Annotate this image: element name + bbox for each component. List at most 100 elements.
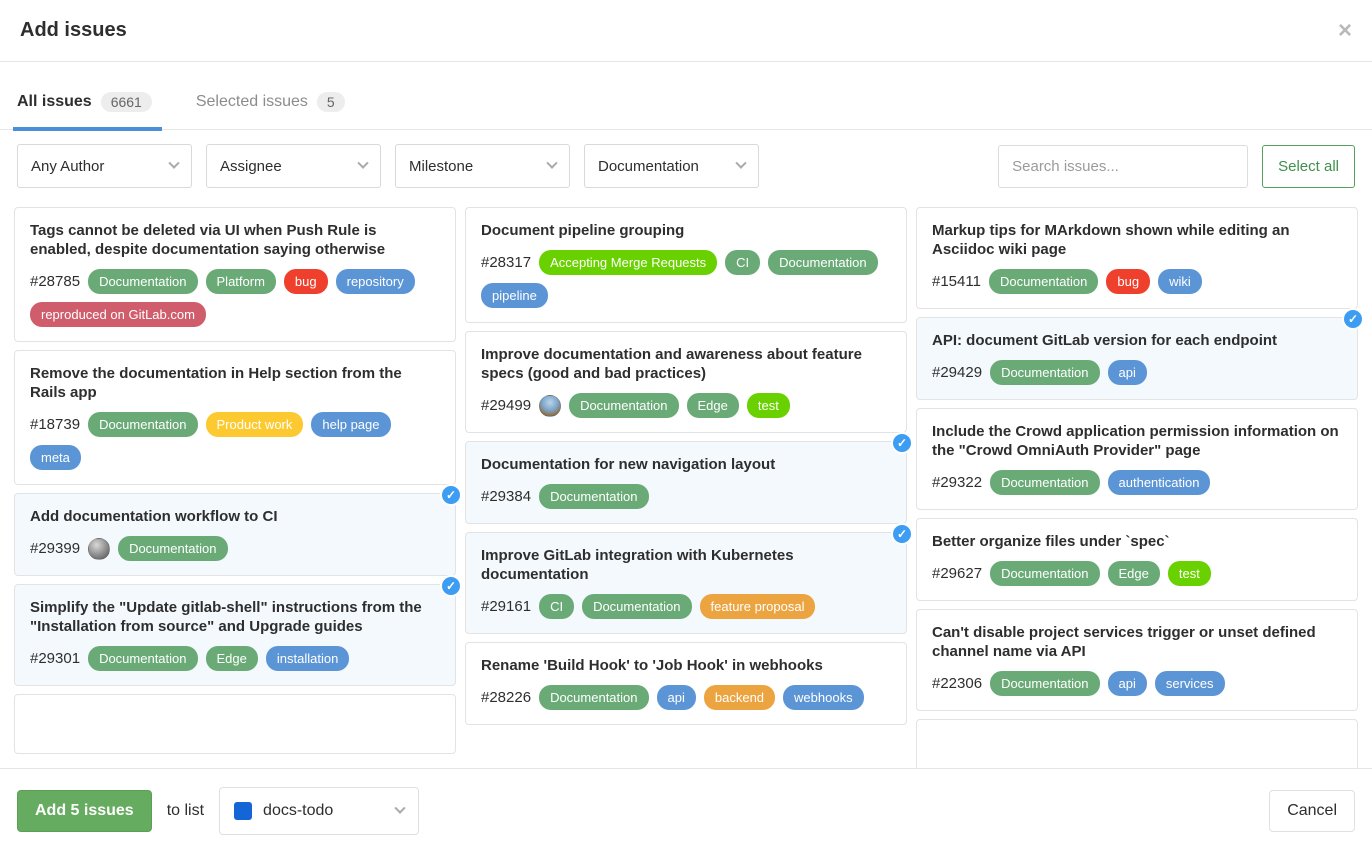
issue-card[interactable]: Tags cannot be deleted via UI when Push … (14, 207, 456, 342)
issue-label: authentication (1108, 470, 1211, 495)
issue-label: CI (539, 594, 574, 619)
issue-meta: #29301DocumentationEdgeinstallation (30, 646, 440, 671)
issue-meta: #15411Documentationbugwiki (932, 269, 1342, 294)
target-list-value: docs-todo (263, 802, 333, 820)
issue-card[interactable]: Can't disable project services trigger o… (916, 609, 1358, 711)
selected-check-icon: ✓ (891, 523, 913, 545)
issue-card[interactable]: Remove the documentation in Help section… (14, 350, 456, 485)
issue-title: API: document GitLab version for each en… (932, 331, 1342, 350)
issue-column-1: Tags cannot be deleted via UI when Push … (14, 207, 456, 768)
issue-meta: #28317Accepting Merge RequestsCIDocument… (481, 250, 891, 308)
issue-title: Markup tips for MArkdown shown while edi… (932, 221, 1342, 259)
issue-card[interactable]: Improve documentation and awareness abou… (465, 331, 907, 433)
milestone-filter-dropdown[interactable]: Milestone (395, 144, 570, 188)
issue-title: Rename 'Build Hook' to 'Job Hook' in web… (481, 656, 891, 675)
cancel-button[interactable]: Cancel (1269, 790, 1355, 832)
tab-selected-issues[interactable]: Selected issues 5 (196, 92, 349, 129)
issue-label: CI (725, 250, 760, 275)
issue-label: Documentation (539, 685, 648, 710)
tabs-bar: All issues 6661 Selected issues 5 (0, 62, 1372, 130)
close-icon[interactable]: × (1338, 19, 1352, 43)
issue-card[interactable] (14, 694, 456, 754)
add-issues-button[interactable]: Add 5 issues (17, 790, 152, 832)
issue-label: api (1108, 360, 1147, 385)
issue-label: Documentation (989, 269, 1098, 294)
issue-card[interactable]: Better organize files under `spec` #29627… (916, 518, 1358, 601)
issue-card[interactable]: Add documentation workflow to CI#29399Do… (14, 493, 456, 576)
issue-meta: #22306Documentationapiservices (932, 671, 1342, 696)
chevron-down-icon (357, 158, 368, 169)
target-list-dropdown[interactable]: docs-todo (219, 787, 419, 835)
issue-label: test (1168, 561, 1211, 586)
author-filter-value: Any Author (31, 158, 104, 175)
issue-card[interactable]: Documentation for new navigation layout#… (465, 441, 907, 524)
issue-label: bug (284, 269, 328, 294)
modal-footer: Add 5 issues to list docs-todo Cancel (0, 768, 1372, 853)
issue-label: Documentation (768, 250, 877, 275)
filter-bar: Any Author Assignee Milestone Documentat… (0, 130, 1372, 200)
issue-card[interactable]: Improve GitLab integration with Kubernet… (465, 532, 907, 634)
issue-card[interactable]: API: document GitLab version for each en… (916, 317, 1358, 400)
issue-title: Simplify the "Update gitlab-shell" instr… (30, 598, 440, 636)
issue-label: Documentation (539, 484, 648, 509)
issue-label: Documentation (990, 671, 1099, 696)
issue-label: feature proposal (700, 594, 816, 619)
issue-label: Documentation (88, 412, 197, 437)
issue-label: backend (704, 685, 775, 710)
issue-column-3: Markup tips for MArkdown shown while edi… (916, 207, 1358, 768)
search-input[interactable] (998, 145, 1248, 188)
tab-count-badge: 5 (317, 92, 345, 112)
issue-card[interactable]: Document pipeline grouping #28317Acceptin… (465, 207, 907, 323)
issue-title: Remove the documentation in Help section… (30, 364, 440, 402)
issue-title: Add documentation workflow to CI (30, 507, 440, 526)
user-avatar-color (539, 395, 561, 417)
label-filter-value: Documentation (598, 158, 699, 175)
issue-card[interactable]: Markup tips for MArkdown shown while edi… (916, 207, 1358, 309)
tab-all-issues[interactable]: All issues 6661 (17, 92, 156, 129)
issue-id: #22306 (932, 675, 982, 692)
issue-id: #29161 (481, 598, 531, 615)
user-avatar-grayscale (88, 538, 110, 560)
issue-label: Product work (206, 412, 304, 437)
issue-label: Edge (206, 646, 258, 671)
issue-label: reproduced on GitLab.com (30, 302, 206, 327)
issue-id: #29499 (481, 397, 531, 414)
label-filter-dropdown[interactable]: Documentation (584, 144, 759, 188)
issue-id: #29627 (932, 565, 982, 582)
issue-title: Document pipeline grouping (481, 221, 891, 240)
issue-label: repository (336, 269, 415, 294)
chevron-down-icon (546, 158, 557, 169)
issue-title: Include the Crowd application permission… (932, 422, 1342, 460)
assignee-filter-value: Assignee (220, 158, 282, 175)
selected-check-icon: ✓ (440, 484, 462, 506)
issue-id: #28226 (481, 689, 531, 706)
issue-id: #29322 (932, 474, 982, 491)
issue-label: Edge (1108, 561, 1160, 586)
issue-id: #28317 (481, 254, 531, 271)
issue-id: #29301 (30, 650, 80, 667)
issue-card[interactable] (916, 719, 1358, 768)
issue-card[interactable]: Simplify the "Update gitlab-shell" instr… (14, 584, 456, 686)
assignee-filter-dropdown[interactable]: Assignee (206, 144, 381, 188)
author-filter-dropdown[interactable]: Any Author (17, 144, 192, 188)
issue-label: bug (1106, 269, 1150, 294)
issue-label: Documentation (88, 269, 197, 294)
modal-header: Add issues × (0, 0, 1372, 62)
issue-board[interactable]: Tags cannot be deleted via UI when Push … (0, 200, 1372, 768)
select-all-button[interactable]: Select all (1262, 145, 1355, 188)
issue-label: help page (311, 412, 390, 437)
chevron-down-icon (735, 158, 746, 169)
issue-label: wiki (1158, 269, 1202, 294)
issue-label: Documentation (990, 470, 1099, 495)
list-color-swatch (234, 802, 252, 820)
issue-card[interactable]: Include the Crowd application permission… (916, 408, 1358, 510)
issue-title: Better organize files under `spec` (932, 532, 1342, 551)
tab-label: All issues (17, 93, 92, 111)
issue-label: Documentation (582, 594, 691, 619)
chevron-down-icon (168, 158, 179, 169)
issue-meta: #29384Documentation (481, 484, 891, 509)
issue-label: api (657, 685, 696, 710)
issue-card[interactable]: Rename 'Build Hook' to 'Job Hook' in web… (465, 642, 907, 725)
issue-label: installation (266, 646, 349, 671)
issue-title: Tags cannot be deleted via UI when Push … (30, 221, 440, 259)
